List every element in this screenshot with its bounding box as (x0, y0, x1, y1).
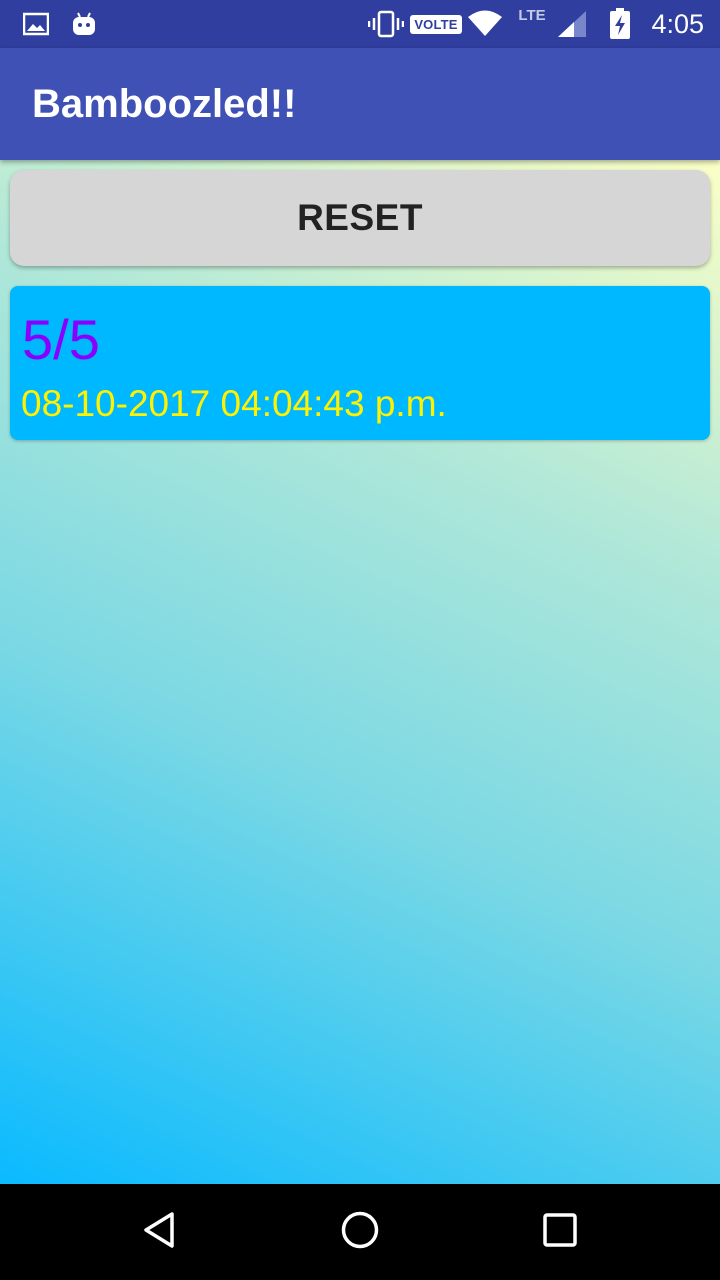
score-value: 5/5 (22, 308, 100, 371)
android-icon (70, 0, 98, 48)
back-icon (140, 1210, 180, 1255)
score-timestamp: 08-10-2017 04:04:43 p.m. (21, 383, 447, 424)
back-button[interactable] (112, 1184, 208, 1280)
recents-icon (542, 1212, 578, 1253)
home-icon (340, 1210, 380, 1255)
app-bar: Bamboozled!! (0, 48, 720, 160)
nav-bar (0, 1184, 720, 1280)
app-title: Bamboozled!! (32, 82, 297, 126)
lte-icon: LTE (512, 0, 552, 48)
score-card[interactable]: 5/5 08-10-2017 04:04:43 p.m. (10, 286, 710, 440)
volte-icon: VOLTE (410, 0, 462, 48)
wifi-icon (466, 0, 504, 48)
battery-charging-icon (606, 0, 634, 48)
image-icon (22, 0, 50, 48)
vibrate-icon (368, 0, 404, 48)
main-content: RESET 5/5 08-10-2017 04:04:43 p.m. (0, 160, 720, 1184)
reset-button-label: RESET (297, 197, 423, 238)
status-time: 4:05 (651, 9, 704, 39)
recents-button[interactable] (512, 1184, 608, 1280)
status-bar: VOLTE LTE 4:05 (0, 0, 720, 48)
signal-icon (554, 0, 590, 48)
home-button[interactable] (312, 1184, 408, 1280)
lte-label: LTE (518, 7, 546, 24)
reset-button[interactable]: RESET (10, 170, 710, 266)
volte-label: VOLTE (410, 14, 462, 34)
